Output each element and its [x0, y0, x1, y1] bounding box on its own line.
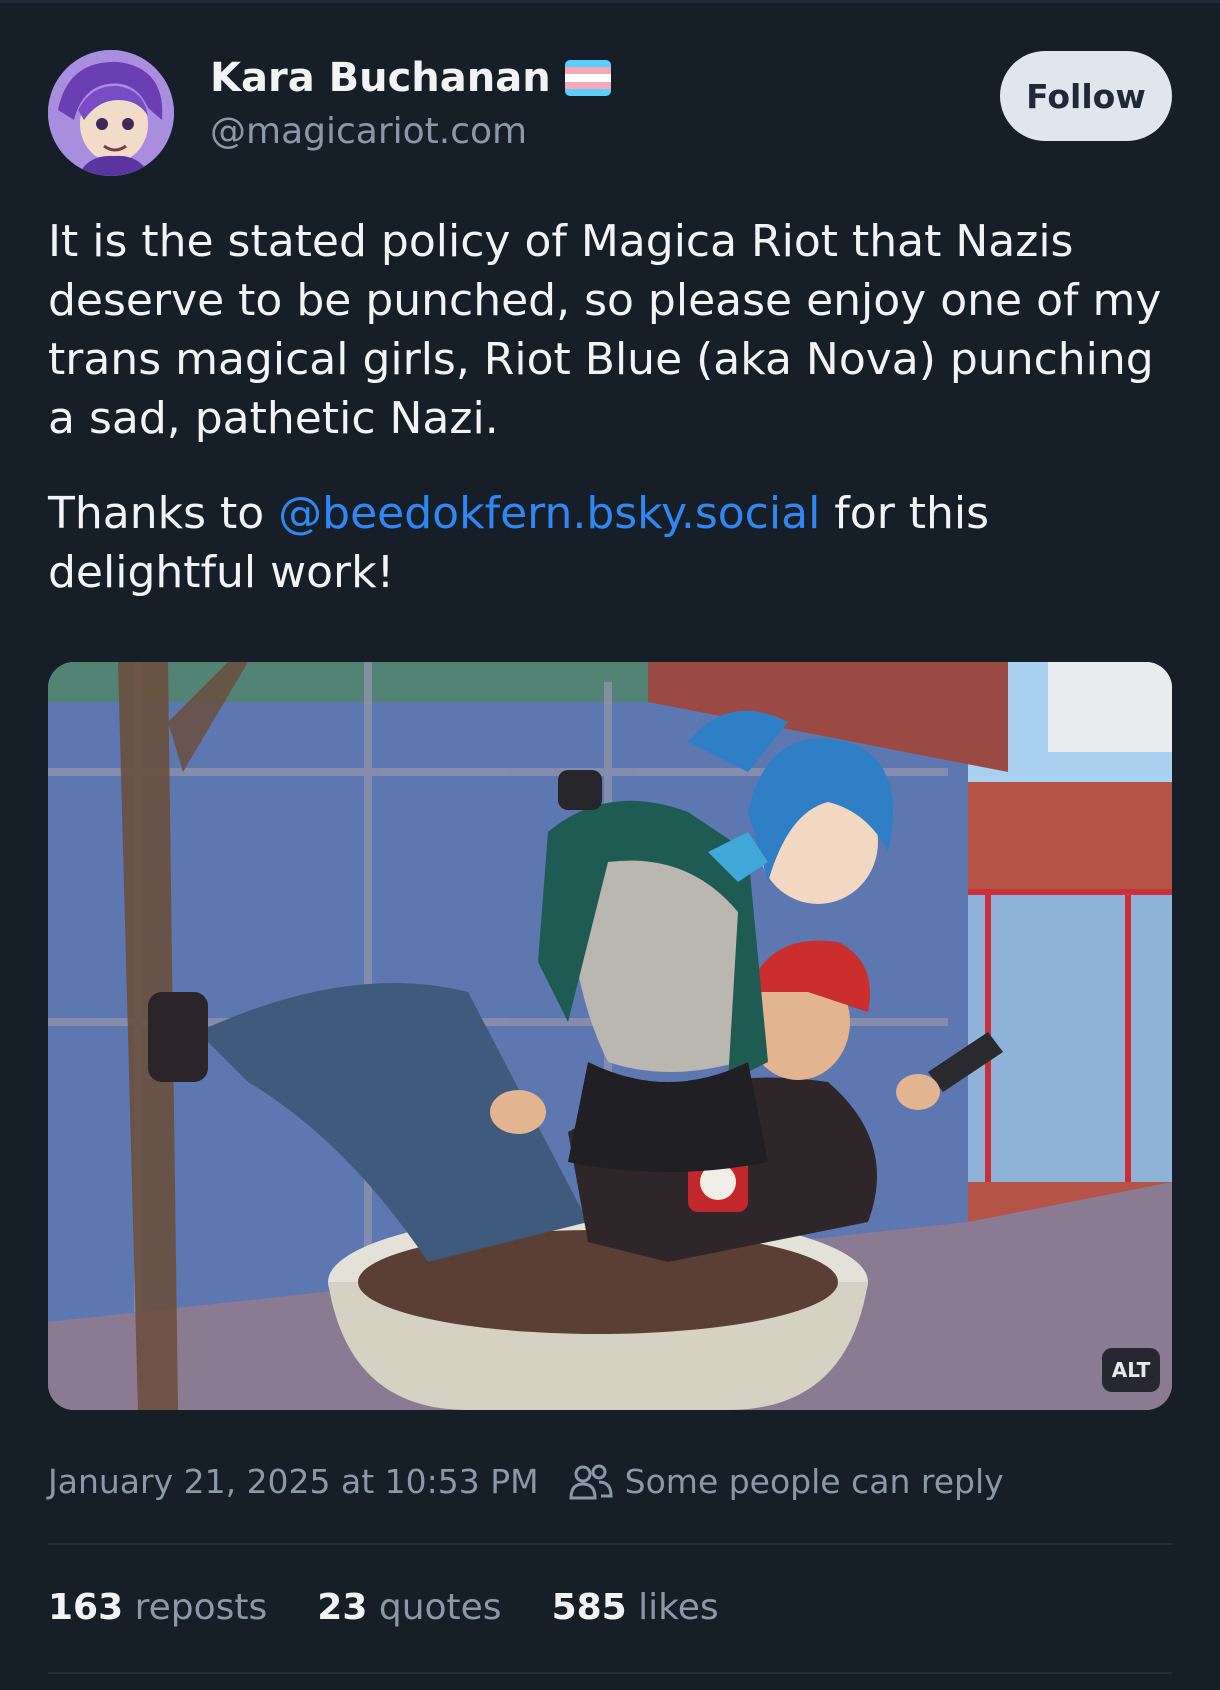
follow-button[interactable]: Follow: [1000, 51, 1172, 141]
author-name-text[interactable]: Kara Buchanan: [210, 54, 551, 102]
top-divider: [0, 0, 1220, 3]
post-paragraph-1: It is the stated policy of Magica Riot t…: [48, 216, 1162, 444]
meta-divider: [48, 1543, 1172, 1545]
stats-divider: [48, 1672, 1172, 1674]
avatar[interactable]: [48, 50, 174, 176]
author-display-name[interactable]: Kara Buchanan: [210, 54, 611, 102]
people-icon: [569, 1464, 613, 1500]
post-image[interactable]: ALT: [48, 662, 1172, 1410]
illustration: [48, 662, 1172, 1410]
alt-text-badge[interactable]: ALT: [1102, 1348, 1160, 1392]
author-block: Kara Buchanan @magicariot.com: [210, 54, 611, 154]
post-text: It is the stated policy of Magica Riot t…: [48, 212, 1188, 602]
quotes-count: 23: [317, 1587, 368, 1628]
author-handle[interactable]: @magicariot.com: [210, 110, 611, 154]
post-timestamp[interactable]: January 21, 2025 at 10:53 PM: [48, 1460, 539, 1504]
avatar-illustration: [48, 50, 174, 176]
likes-label: likes: [638, 1587, 719, 1628]
reply-settings-label: Some people can reply: [624, 1462, 1004, 1501]
likes-stat[interactable]: 585 likes: [552, 1586, 719, 1630]
likes-count: 585: [551, 1587, 627, 1628]
post-meta: January 21, 2025 at 10:53 PM Some people…: [48, 1460, 1004, 1504]
quotes-label: quotes: [378, 1587, 502, 1628]
reposts-stat[interactable]: 163 reposts: [48, 1586, 267, 1630]
reposts-label: reposts: [134, 1587, 268, 1628]
quotes-stat[interactable]: 23 quotes: [317, 1586, 501, 1630]
post-paragraph-2: Thanks to @beedokfern.bsky.social for th…: [48, 484, 1188, 602]
trans-flag-icon: [564, 60, 611, 96]
engagement-stats: 163 reposts 23 quotes 585 likes: [48, 1586, 719, 1630]
reply-settings[interactable]: Some people can reply: [569, 1460, 1004, 1504]
post-text-before-mention: Thanks to: [48, 488, 279, 539]
mention-link[interactable]: @beedokfern.bsky.social: [278, 488, 820, 539]
reposts-count: 163: [48, 1587, 124, 1628]
